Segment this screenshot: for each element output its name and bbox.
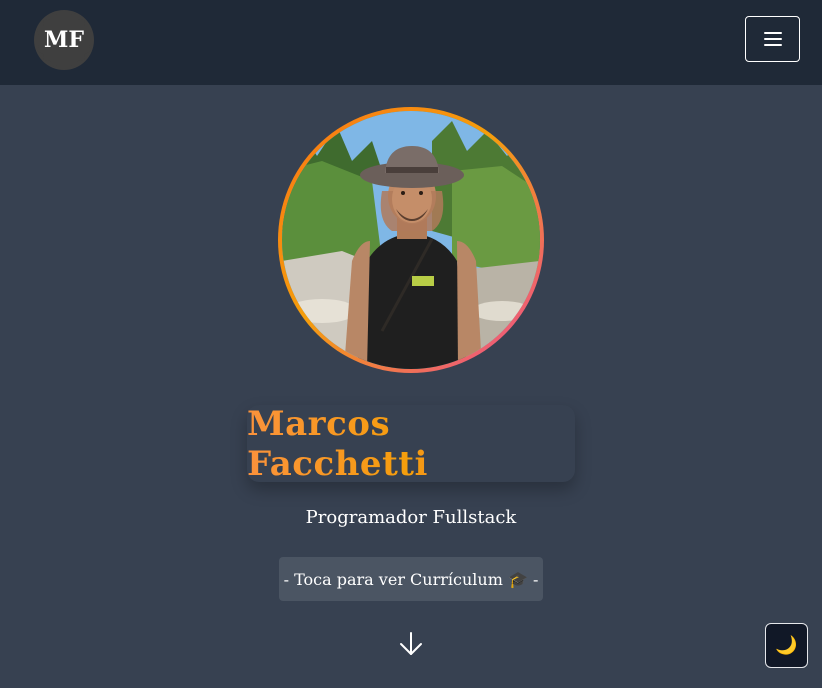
menu-toggle-button[interactable] <box>745 16 800 62</box>
job-title: Programador Fullstack <box>305 507 517 528</box>
name-card: Marcos Facchetti <box>247 404 575 484</box>
page-title: Marcos Facchetti <box>247 404 575 484</box>
top-navbar: MF <box>0 0 822 85</box>
hamburger-menu-icon <box>763 32 782 46</box>
logo[interactable]: MF <box>34 10 94 70</box>
arrow-down-icon[interactable] <box>399 631 423 657</box>
logo-text: MF <box>44 27 84 53</box>
theme-toggle-button[interactable]: 🌙 <box>765 623 808 668</box>
profile-photo <box>282 111 540 369</box>
moon-icon: 🌙 <box>775 635 798 656</box>
profile-photo-frame <box>278 107 544 373</box>
view-cv-button[interactable]: - Toca para ver Currículum 🎓 - <box>279 557 543 601</box>
